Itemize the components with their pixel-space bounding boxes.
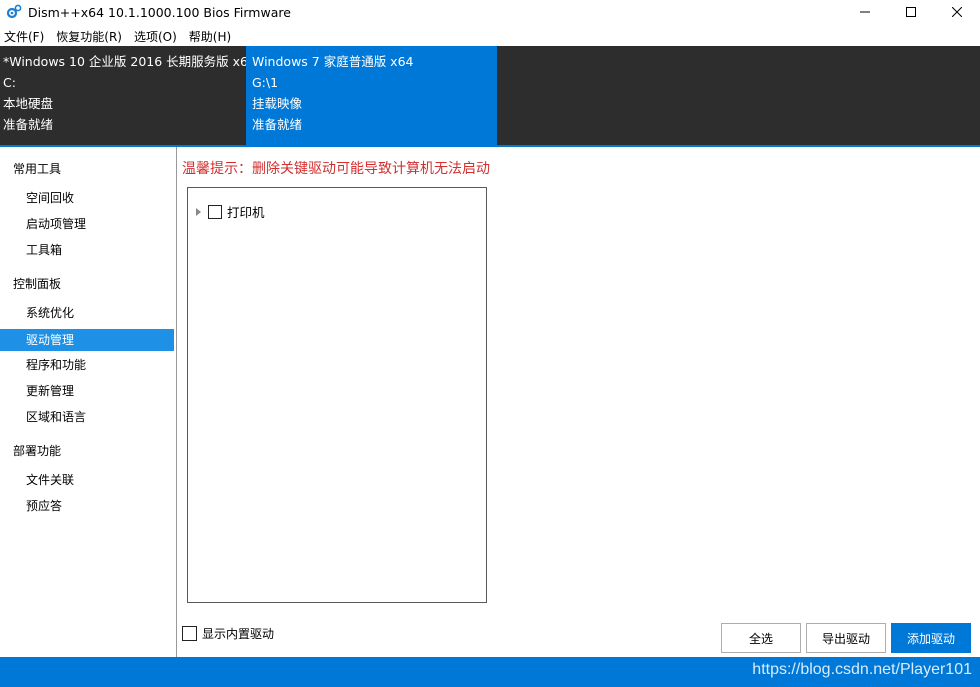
minimize-icon <box>860 11 870 13</box>
add-driver-button[interactable]: 添加驱动 <box>891 623 971 653</box>
image-card-windows7[interactable]: Windows 7 家庭普通版 x64 G:\1 挂载映像 准备就绪 <box>246 46 497 145</box>
warning-text: 温馨提示：删除关键驱动可能导致计算机无法启动 <box>182 161 490 177</box>
image-name: *Windows 10 企业版 2016 长期服务版 x64 <box>3 54 256 69</box>
sidebar-group-common-tools: 常用工具 <box>13 162 62 176</box>
sidebar-item-system-optimize[interactable]: 系统优化 <box>0 302 174 324</box>
menu-restore[interactable]: 恢复功能(R) <box>56 28 122 45</box>
image-card-windows10[interactable]: *Windows 10 企业版 2016 长期服务版 x64 C: 本地硬盘 准… <box>0 46 256 145</box>
export-driver-button[interactable]: 导出驱动 <box>806 623 886 653</box>
menu-bar: 文件(F) 恢复功能(R) 选项(O) 帮助(H) <box>0 26 980 46</box>
sidebar-item-driver-manager[interactable]: 驱动管理 <box>0 329 174 351</box>
sidebar-item-space-recovery[interactable]: 空间回收 <box>0 187 174 209</box>
image-status: 准备就绪 <box>3 117 54 132</box>
image-path: C: <box>3 75 16 90</box>
show-builtin-toggle[interactable]: 显示内置驱动 <box>182 625 274 642</box>
title-bar: Dism++x64 10.1.1000.100 Bios Firmware <box>0 0 980 24</box>
close-button[interactable] <box>934 0 980 24</box>
image-path: G:\1 <box>252 75 279 90</box>
gear-icon <box>6 4 22 20</box>
image-list: *Windows 10 企业版 2016 长期服务版 x64 C: 本地硬盘 准… <box>0 46 980 145</box>
close-icon <box>952 7 962 17</box>
image-type: 本地硬盘 <box>3 96 54 111</box>
show-builtin-checkbox[interactable] <box>182 626 197 641</box>
sidebar-item-toolbox[interactable]: 工具箱 <box>0 239 174 261</box>
window-title: Dism++x64 10.1.1000.100 Bios Firmware <box>28 4 291 20</box>
menu-options[interactable]: 选项(O) <box>134 28 177 45</box>
watermark-text: https://blog.csdn.net/Player101 <box>752 661 972 678</box>
image-status: 准备就绪 <box>252 117 303 132</box>
sidebar-item-programs-features[interactable]: 程序和功能 <box>0 354 174 376</box>
image-name: Windows 7 家庭普通版 x64 <box>252 54 414 69</box>
sidebar: 常用工具 空间回收 启动项管理 工具箱 控制面板 系统优化 驱动管理 程序和功能… <box>0 147 177 657</box>
maximize-icon <box>906 7 916 17</box>
sidebar-item-answer-file[interactable]: 预应答 <box>0 495 174 517</box>
sidebar-item-file-association[interactable]: 文件关联 <box>0 469 174 491</box>
maximize-button[interactable] <box>888 0 934 24</box>
menu-file[interactable]: 文件(F) <box>4 28 44 45</box>
sidebar-group-deploy: 部署功能 <box>13 444 62 458</box>
show-builtin-label: 显示内置驱动 <box>202 627 275 641</box>
sidebar-item-update-manager[interactable]: 更新管理 <box>0 380 174 402</box>
sidebar-item-startup-manager[interactable]: 启动项管理 <box>0 213 174 235</box>
sidebar-group-control-panel: 控制面板 <box>13 277 62 291</box>
tree-node-printer[interactable]: 打印机 <box>196 202 265 221</box>
select-all-button[interactable]: 全选 <box>721 623 801 653</box>
driver-tree[interactable]: 打印机 <box>187 187 487 603</box>
minimize-button[interactable] <box>842 0 888 24</box>
expand-arrow-icon[interactable] <box>196 207 201 216</box>
sidebar-item-region-language[interactable]: 区域和语言 <box>0 406 174 428</box>
menu-help[interactable]: 帮助(H) <box>189 28 231 45</box>
tree-node-label: 打印机 <box>227 205 265 220</box>
image-type: 挂载映像 <box>252 96 303 111</box>
tree-node-checkbox[interactable] <box>208 204 222 219</box>
